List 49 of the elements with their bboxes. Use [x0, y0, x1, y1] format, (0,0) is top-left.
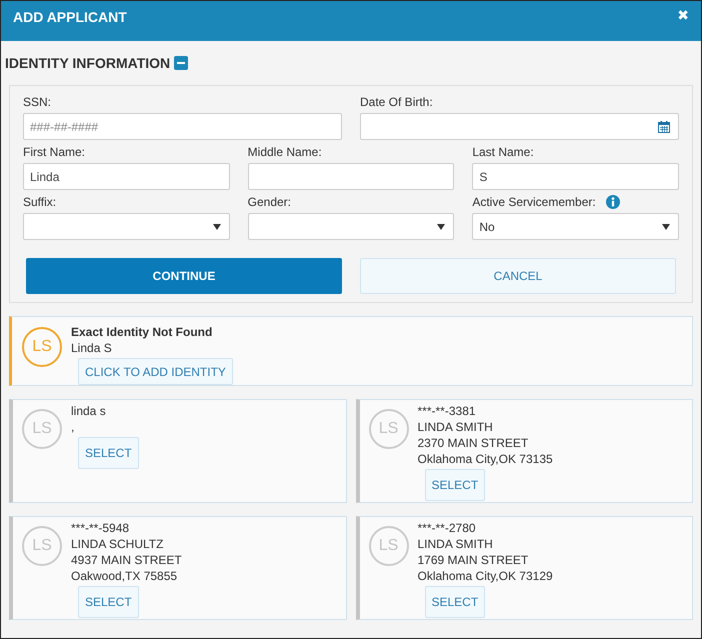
field-label: Active Servicemember:	[472, 195, 596, 209]
result-line: 1769 MAIN STREET	[418, 552, 528, 568]
result-line: ***-**-5948	[71, 520, 130, 536]
date-field[interactable]	[360, 113, 679, 140]
select-button[interactable]: SELECT	[424, 469, 486, 501]
add-identity-button[interactable]: CLICK TO ADD IDENTITY	[78, 358, 233, 385]
close-button[interactable]: ✖	[677, 8, 689, 24]
result-line: 4937 MAIN STREET	[71, 552, 182, 568]
field-label: SSN:	[23, 95, 52, 109]
result-line: 2370 MAIN STREET	[418, 435, 528, 451]
result-line: LINDA SCHULTZ	[71, 536, 164, 552]
card-title: Exact Identity Not Found	[71, 324, 212, 340]
select-button[interactable]: SELECT	[424, 586, 486, 618]
text-field[interactable]: Linda	[23, 163, 230, 190]
cancel-button[interactable]: CANCEL	[360, 258, 676, 294]
text-field[interactable]	[248, 163, 454, 190]
dropdown[interactable]	[248, 213, 454, 240]
field-label: Last Name:	[472, 145, 534, 159]
result-line: Oakwood,TX 75855	[71, 568, 178, 584]
dropdown[interactable]	[23, 213, 230, 240]
caret-icon	[662, 224, 670, 230]
field-label: Gender:	[248, 195, 292, 209]
caret-icon	[212, 224, 221, 230]
section-title: IDENTITY INFORMATION	[5, 55, 170, 71]
result-line: LINDA SMITH	[418, 419, 493, 435]
initials-avatar: LS	[22, 327, 62, 367]
continue-button[interactable]: CONTINUE	[26, 258, 342, 294]
select-button[interactable]: SELECT	[78, 437, 139, 469]
text-field[interactable]: ###-##-####	[23, 113, 342, 140]
field-label: First Name:	[23, 145, 86, 159]
result-line: ***-**-2780	[418, 520, 476, 536]
applicant-name: Linda S	[71, 340, 112, 356]
dropdown[interactable]: No	[472, 213, 679, 240]
info-icon[interactable]	[606, 195, 620, 209]
result-line: Oklahoma City,OK 73135	[418, 451, 553, 467]
collapse-icon[interactable]	[174, 56, 188, 70]
calendar-icon[interactable]	[658, 121, 670, 133]
text-field[interactable]: S	[472, 163, 679, 190]
result-line: linda s	[71, 403, 106, 419]
result-line: ***-**-3381	[418, 403, 476, 419]
result-line: ,	[71, 419, 74, 435]
field-label: Suffix:	[23, 195, 56, 209]
field-label: Middle Name:	[248, 145, 322, 159]
result-line: LINDA SMITH	[418, 536, 493, 552]
dialog-title: ADD APPLICANT	[13, 9, 127, 25]
select-button[interactable]: SELECT	[78, 586, 139, 618]
caret-icon	[437, 224, 446, 230]
field-label: Date Of Birth:	[360, 95, 433, 109]
result-line: Oklahoma City,OK 73129	[418, 568, 553, 584]
